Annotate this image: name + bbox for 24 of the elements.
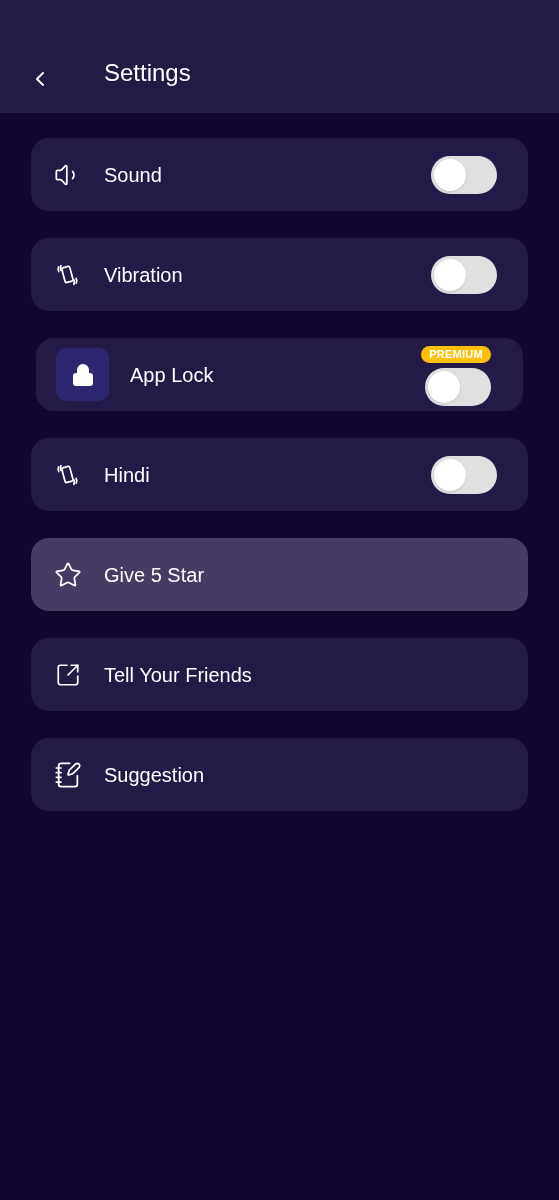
row-label: Hindi <box>104 462 151 488</box>
notepad-pen-icon <box>54 760 82 789</box>
settings-row[interactable]: App Lock PREMIUM <box>36 338 523 411</box>
settings-row[interactable]: Vibration <box>31 238 528 311</box>
settings-row[interactable]: Hindi <box>31 438 528 511</box>
star-icon <box>54 560 82 589</box>
premium-badge: PREMIUM <box>421 345 491 363</box>
row-label: App Lock <box>130 362 215 388</box>
toggle-switch[interactable] <box>431 455 497 494</box>
row-label: Suggestion <box>104 762 206 788</box>
page-title: Settings <box>104 58 191 88</box>
lock-icon <box>70 362 95 387</box>
toggle-switch[interactable] <box>431 155 497 194</box>
row-label: Vibration <box>104 262 184 288</box>
settings-row[interactable]: Give 5 Star <box>31 538 528 611</box>
row-label: Give 5 Star <box>104 562 206 588</box>
settings-row[interactable]: Sound <box>31 138 528 211</box>
share-icon <box>55 661 81 688</box>
row-label: Tell Your Friends <box>104 662 253 688</box>
toggle-switch[interactable] <box>425 367 491 406</box>
row-label: Sound <box>104 162 163 188</box>
settings-row[interactable]: Tell Your Friends <box>31 638 528 711</box>
settings-row[interactable]: Suggestion <box>31 738 528 811</box>
toggle-switch[interactable] <box>431 255 497 294</box>
